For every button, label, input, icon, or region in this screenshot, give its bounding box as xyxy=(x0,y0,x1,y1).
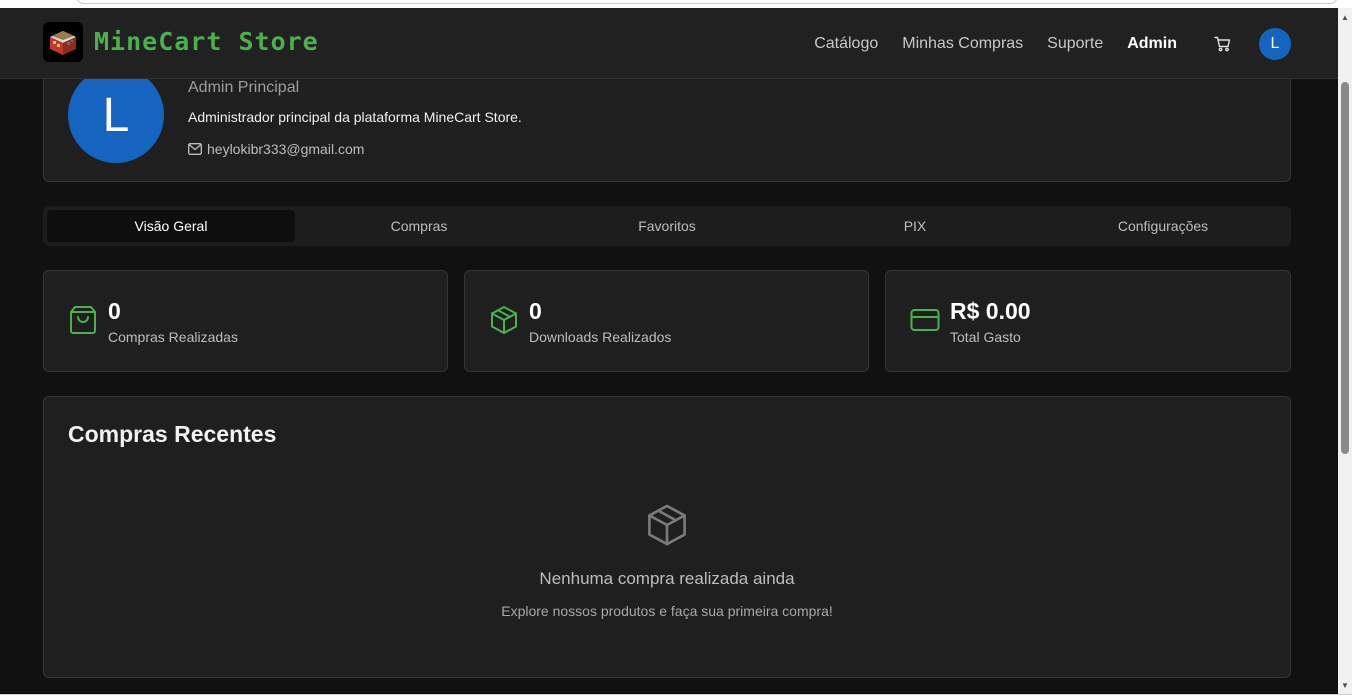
mail-icon xyxy=(188,143,202,155)
profile-tabs: Visão Geral Compras Favoritos PIX Config… xyxy=(43,206,1291,246)
stat-label-purchases: Compras Realizadas xyxy=(108,329,238,345)
nav-links: Catálogo Minhas Compras Suporte Admin L xyxy=(814,8,1338,79)
brand-name[interactable]: MineCart Store xyxy=(94,27,319,56)
nav-link-suporte[interactable]: Suporte xyxy=(1047,35,1103,53)
vertical-scrollbar[interactable]: ▲ ▼ xyxy=(1338,8,1352,694)
recent-purchases-title: Compras Recentes xyxy=(68,421,277,447)
stat-card-total-spent: R$ 0.00 Total Gasto xyxy=(885,270,1291,372)
scroll-up-arrow-icon[interactable]: ▲ xyxy=(1338,10,1352,24)
credit-card-icon xyxy=(910,305,940,335)
stat-label-downloads: Downloads Realizados xyxy=(529,329,672,345)
address-bar-edge xyxy=(76,0,1338,4)
tab-favoritos[interactable]: Favoritos xyxy=(543,210,791,242)
profile-avatar: L xyxy=(68,67,164,163)
stat-card-purchases: 0 Compras Realizadas xyxy=(43,270,448,372)
browser-frame: L Admin Principal Administrador principa… xyxy=(0,0,1352,700)
empty-state-title: Nenhuma compra realizada ainda xyxy=(539,569,795,588)
profile-email-text: heylokibr333@gmail.com xyxy=(207,141,365,157)
shopping-bag-icon xyxy=(68,305,98,335)
page-viewport: L Admin Principal Administrador principa… xyxy=(0,8,1338,694)
stat-value-downloads: 0 xyxy=(529,298,542,324)
nav-link-minhas-compras[interactable]: Minhas Compras xyxy=(902,35,1023,53)
user-avatar[interactable]: L xyxy=(1259,27,1291,60)
minecart-logo-icon xyxy=(43,22,83,62)
package-icon xyxy=(489,305,519,335)
scroll-down-arrow-icon[interactable]: ▼ xyxy=(1338,678,1352,692)
browser-top-edge xyxy=(0,0,1352,8)
profile-email: heylokibr333@gmail.com xyxy=(188,141,364,157)
stat-value-total-spent: R$ 0.00 xyxy=(950,298,1031,324)
browser-bottom-edge xyxy=(0,694,1352,700)
nav-link-catalogo[interactable]: Catálogo xyxy=(814,35,878,53)
stat-card-downloads: 0 Downloads Realizados xyxy=(464,270,869,372)
tab-pix[interactable]: PIX xyxy=(791,210,1039,242)
stat-value-purchases: 0 xyxy=(108,298,121,324)
scroll-thumb[interactable] xyxy=(1341,82,1349,454)
profile-role: Admin Principal xyxy=(188,79,300,96)
cart-icon[interactable] xyxy=(1213,35,1231,53)
tab-visao-geral[interactable]: Visão Geral xyxy=(47,210,295,242)
tab-configuracoes[interactable]: Configurações xyxy=(1039,210,1287,242)
store-logo[interactable] xyxy=(43,22,83,62)
stat-label-total-spent: Total Gasto xyxy=(950,329,1021,345)
recent-purchases-card: Compras Recentes Nenhuma compra realizad… xyxy=(43,396,1291,678)
empty-state-subtitle: Explore nossos produtos e faça sua prime… xyxy=(501,603,833,619)
nav-link-admin[interactable]: Admin xyxy=(1127,35,1177,53)
tab-compras[interactable]: Compras xyxy=(295,210,543,242)
top-navbar: MineCart Store Catálogo Minhas Compras S… xyxy=(0,8,1338,79)
profile-description: Administrador principal da plataforma Mi… xyxy=(188,109,522,125)
package-icon xyxy=(645,503,689,547)
